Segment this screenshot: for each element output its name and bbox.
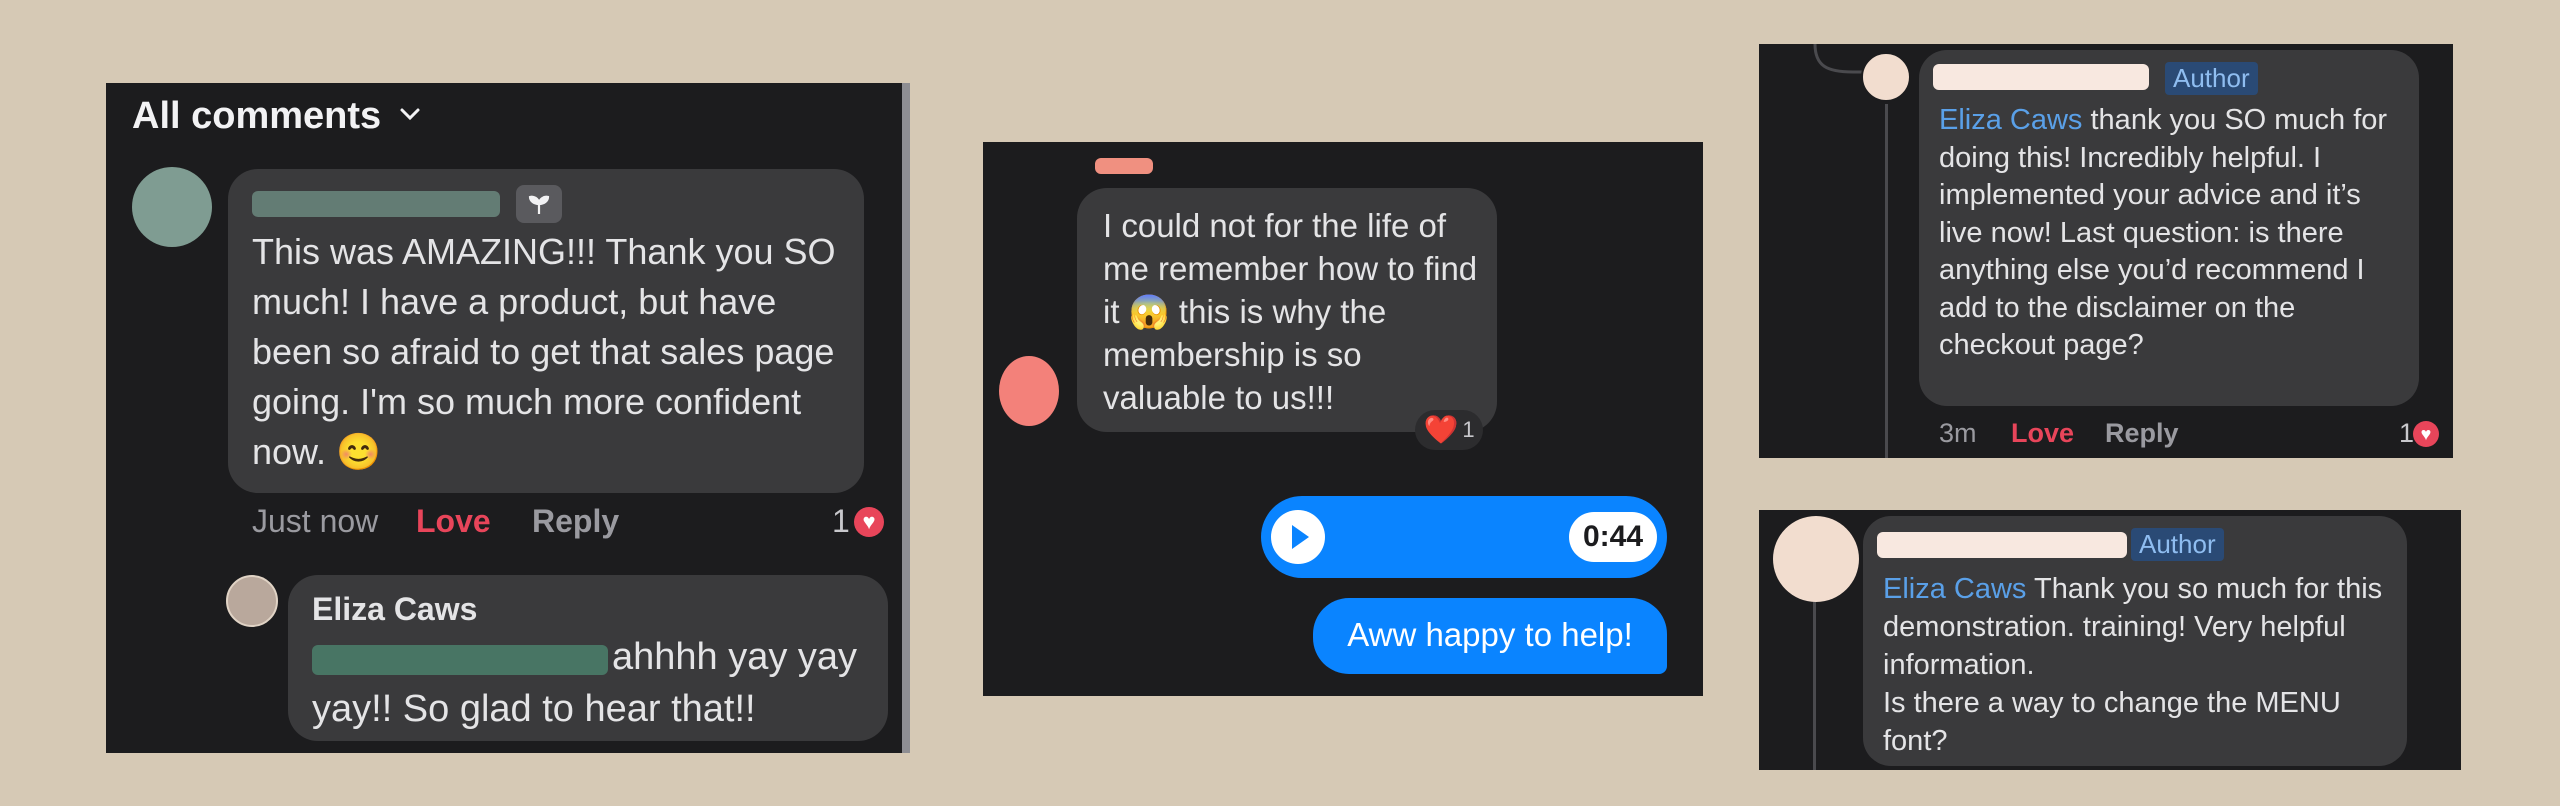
comment-actions: Just now Love Reply 1 [252,503,902,547]
play-icon [1292,525,1309,549]
heart-reaction-icon[interactable] [2413,421,2439,447]
mention-link[interactable]: Eliza Caws [1939,104,2082,136]
author-reply-panel-2: Author Eliza Caws Thank you so much for … [1759,510,2461,770]
redacted-author-name [1933,64,2149,90]
audio-duration: 0:44 [1569,512,1657,562]
redacted-name [252,191,500,217]
comments-panel: All comments This was AMAZING!!! Thank y… [106,83,910,753]
author-avatar[interactable] [1773,516,1859,602]
author-comment-body: thank you SO much for doing this! Incred… [1939,104,2388,361]
love-button[interactable]: Love [416,503,491,540]
messenger-panel: I could not for the life of me remember … [983,142,1703,696]
reply-text: ahhhh yay yay yay!! So glad to hear that… [312,631,872,735]
author-comment-line2: Is there a way to change the MENU font? [1883,687,2341,757]
play-button[interactable] [1271,510,1325,564]
author-badge: Author [2131,528,2224,561]
reaction-count: 1 [1462,417,1475,442]
mention-link[interactable]: Eliza Caws [1883,573,2026,605]
redacted-sender-name [1095,158,1153,174]
comment-text: This was AMAZING!!! Thank you SO much! I… [252,231,836,472]
heart-emoji: ❤️ [1423,414,1459,445]
author-comment-text: Eliza Caws thank you SO much for doing t… [1939,102,2409,365]
sent-message-text: Aww happy to help! [1347,616,1633,653]
reaction-count: 1 [2399,418,2415,448]
message-reaction[interactable]: ❤️ 1 [1415,410,1483,450]
author-badge: Author [2165,62,2258,95]
comment-actions: 3m Love Reply 1 [1939,418,2439,454]
author-comment-text: Eliza Caws Thank you so much for this de… [1883,570,2399,760]
chevron-down-icon [399,107,421,126]
author-comment-bubble: Author Eliza Caws thank you SO much for … [1919,50,2419,406]
comment-bubble: This was AMAZING!!! Thank you SO much! I… [228,169,864,493]
sprout-icon [516,185,562,223]
reply-button[interactable]: Reply [532,503,619,540]
thread-line [1885,104,1888,458]
all-comments-dropdown[interactable]: All comments [132,95,421,138]
thread-line [1813,594,1816,770]
audio-message[interactable]: 0:44 [1261,496,1667,578]
received-message-bubble: I could not for the life of me remember … [1077,188,1497,432]
reply-bubble: Eliza Caws ahhhh yay yay yay!! So glad t… [288,575,888,741]
reply-text-content: ahhhh yay yay yay!! So glad to hear that… [312,636,858,730]
author-avatar[interactable] [1861,52,1911,102]
sender-avatar[interactable] [999,356,1059,426]
comment-timestamp: 3m [1939,418,1977,448]
reply-avatar[interactable] [226,575,278,627]
reply-author[interactable]: Eliza Caws [312,591,477,628]
heart-reaction-icon[interactable] [854,507,884,537]
author-comment-bubble: Author Eliza Caws Thank you so much for … [1863,516,2407,766]
author-reply-panel-1: Author Eliza Caws thank you SO much for … [1759,44,2453,458]
received-message-text: I could not for the life of me remember … [1103,207,1478,416]
panel-scrollbar[interactable] [902,83,910,753]
comments-header: All comments [132,95,382,137]
reply-button[interactable]: Reply [2105,418,2179,449]
reaction-count: 1 [832,503,850,539]
comment-timestamp: Just now [252,503,379,539]
love-button[interactable]: Love [2011,418,2074,449]
sent-message-bubble: Aww happy to help! [1313,598,1667,674]
avatar[interactable] [132,167,212,247]
redacted-author-name [1877,532,2127,558]
